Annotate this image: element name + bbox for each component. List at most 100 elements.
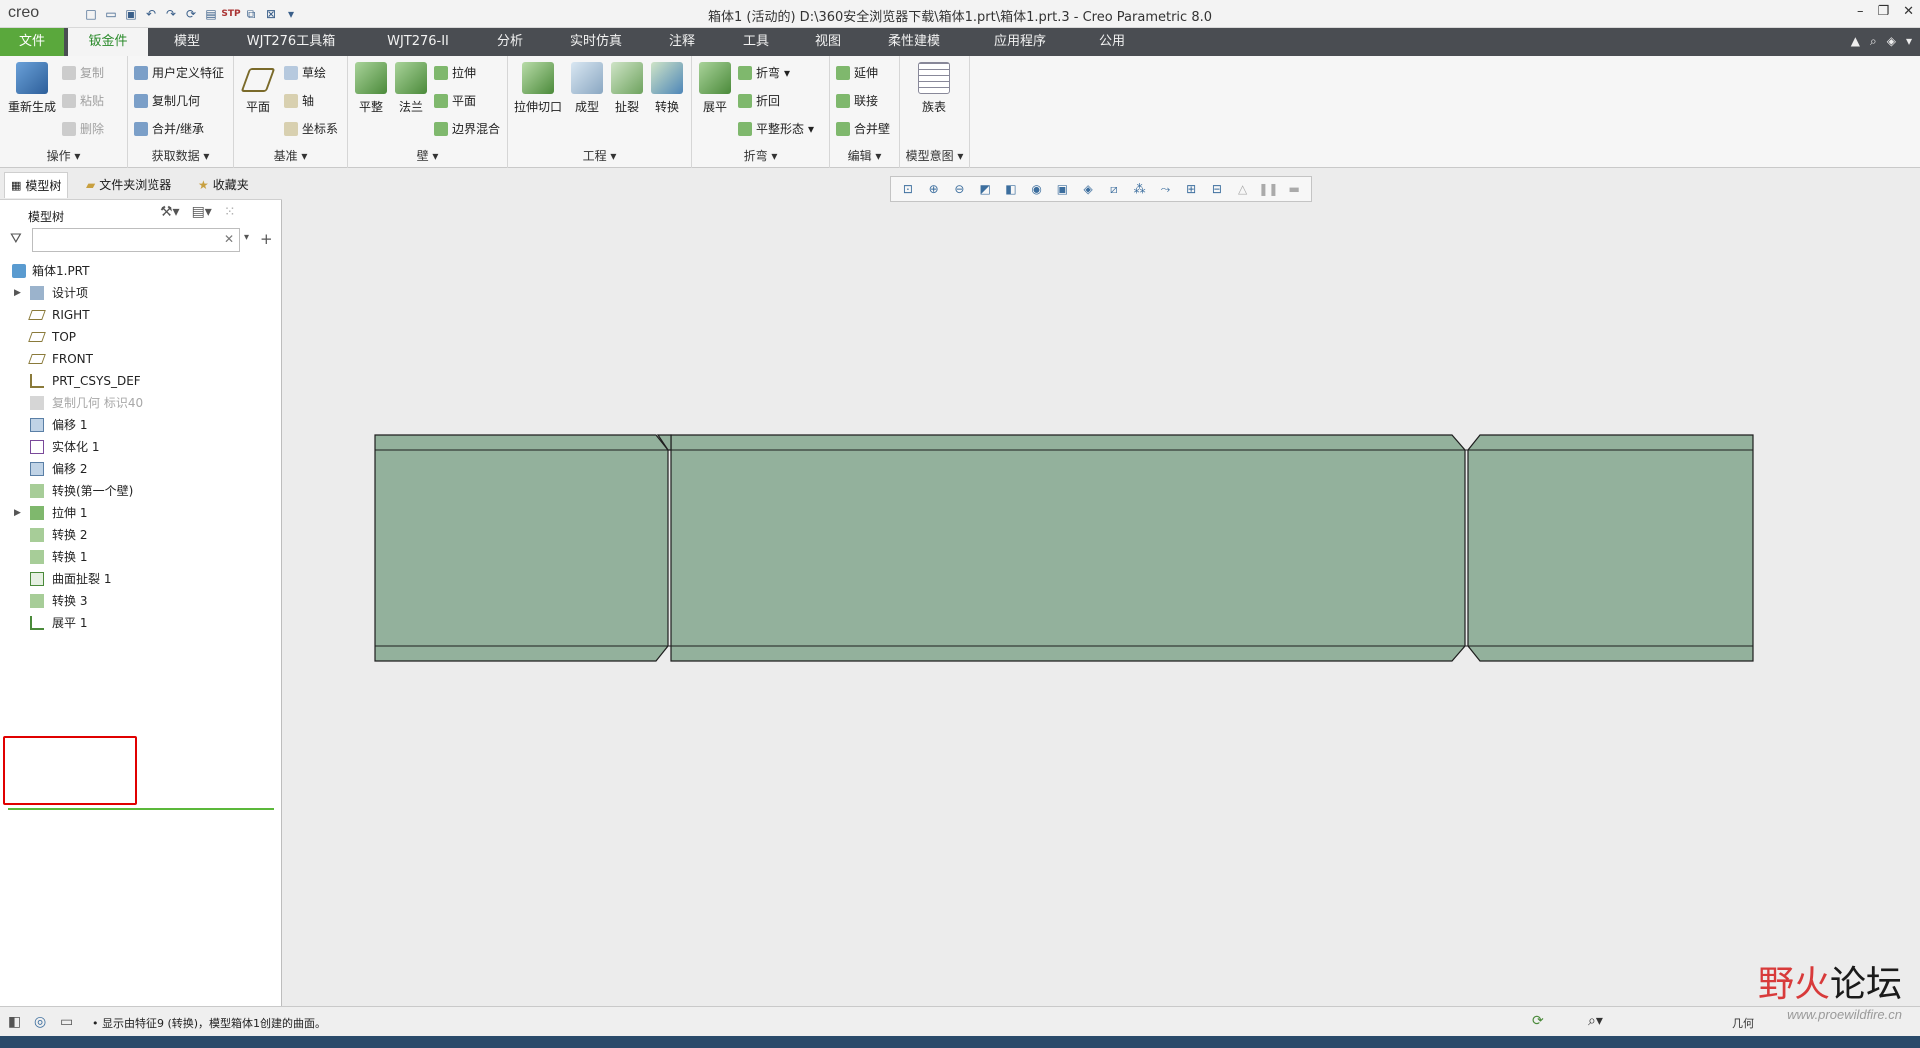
extrude-cut-button[interactable]: 拉伸切口 (512, 62, 564, 115)
status-bar: ◧ ◎ ▭ • 显示由特征9 (转换)，模型箱体1创建的曲面。 ⟳ ⌕▾ 几何 (0, 1006, 1920, 1036)
collapse-ribbon-icon[interactable]: ▲ (1851, 34, 1860, 49)
tree-item[interactable]: ▶ 拉伸 1 (0, 502, 282, 524)
minimize-icon[interactable]: – (1857, 4, 1864, 19)
flat-pattern-model[interactable] (282, 168, 1920, 1006)
tree-item[interactable]: 偏移 2 (0, 458, 282, 480)
tree-item[interactable]: 复制几何 标识40 (0, 392, 282, 414)
boundary-blend-button[interactable]: 边界混合 (434, 120, 500, 137)
regen-status-icon[interactable]: ⟳ (1532, 1013, 1544, 1029)
tab-realtime-sim[interactable]: 实时仿真 (556, 28, 636, 56)
expand-icon[interactable]: ▶ (14, 282, 21, 304)
tree-item[interactable]: PRT_CSYS_DEF (0, 370, 282, 392)
tab-folder-browser[interactable]: ▰ 文件夹浏览器 (80, 172, 177, 198)
join-button[interactable]: 联接 (836, 92, 878, 109)
tab-analysis[interactable]: 分析 (480, 28, 540, 56)
tree-item[interactable]: 曲面扯裂 1 (0, 568, 282, 590)
tree-item[interactable]: 实体化 1 (0, 436, 282, 458)
extend-button[interactable]: 延伸 (836, 64, 878, 81)
flat-pattern-button[interactable]: 平整形态 ▾ (738, 120, 814, 137)
add-icon[interactable]: + (260, 230, 273, 248)
graphics-area[interactable]: ⊡ ⊕ ⊖ ◩ ◧ ◉ ▣ ◈ ⧄ ⁂ ⤳ ⊞ ⊟ △ ❚❚ ▬ (282, 168, 1920, 1006)
group-edit: 延伸 联接 合并壁 编辑 ▾ (830, 56, 900, 168)
browser-icon[interactable]: ◎ (34, 1014, 46, 1030)
merge-walls-icon (836, 121, 850, 136)
insert-indicator[interactable] (8, 808, 274, 810)
group-label-edit[interactable]: 编辑 ▾ (830, 147, 899, 164)
bend-back-button[interactable]: 折回 (738, 92, 780, 109)
rip-button[interactable]: 扯裂 (608, 62, 646, 115)
group-label-wall[interactable]: 壁 ▾ (348, 147, 507, 164)
find-icon[interactable]: ⌕▾ (1588, 1013, 1603, 1029)
group-label-model-intent[interactable]: 模型意图 ▾ (900, 147, 969, 164)
group-label-datum[interactable]: 基准 ▾ (234, 147, 347, 164)
udf-button[interactable]: 用户定义特征 (134, 64, 224, 81)
tab-applications[interactable]: 应用程序 (978, 28, 1062, 56)
close-icon[interactable]: ✕ (1903, 4, 1914, 19)
tab-sheetmetal[interactable]: 钣金件 (68, 28, 148, 56)
copy-button[interactable]: 复制 (62, 64, 104, 81)
help-icon[interactable]: ◈ (1887, 34, 1896, 49)
tab-tools[interactable]: 工具 (726, 28, 786, 56)
tree-display-icon[interactable]: ▤▾ (192, 204, 212, 220)
search-icon[interactable]: ⌕ (1870, 34, 1877, 49)
group-label-engineering[interactable]: 工程 ▾ (508, 147, 691, 164)
sketch-button[interactable]: 草绘 (284, 64, 326, 81)
bend-button[interactable]: 折弯 ▾ (738, 64, 790, 81)
filter-icon[interactable]: ⛛ (10, 231, 22, 247)
plane-button[interactable]: 平面 (238, 62, 278, 115)
flange-button[interactable]: 法兰 (392, 62, 430, 115)
full-screen-icon[interactable]: ▭ (60, 1014, 73, 1030)
toggle-navigator-icon[interactable]: ◧ (8, 1014, 21, 1030)
group-label-bend[interactable]: 折弯 ▾ (692, 147, 829, 164)
tab-public[interactable]: 公用 (1082, 28, 1142, 56)
tab-wjt276-ii[interactable]: WJT276-II (366, 28, 470, 56)
merge-inherit-button[interactable]: 合并/继承 (134, 120, 204, 137)
restore-icon[interactable]: ❐ (1877, 4, 1889, 19)
tab-file[interactable]: 文件 (0, 28, 64, 56)
filter-dropdown-icon[interactable]: ▾ (244, 232, 249, 243)
tree-item[interactable]: ▶ 设计项 (0, 282, 282, 304)
tree-search-input[interactable] (32, 228, 240, 252)
tree-item[interactable]: 偏移 1 (0, 414, 282, 436)
tab-wjt276-toolbox[interactable]: WJT276工具箱 (228, 28, 354, 56)
tree-item[interactable]: 箱体1.PRT (0, 260, 282, 282)
family-table-button[interactable]: 族表 (912, 62, 956, 115)
flat-wall-button[interactable]: 平整 (352, 62, 390, 115)
expand-icon[interactable]: ▶ (14, 502, 21, 524)
csys-button[interactable]: 坐标系 (284, 120, 338, 137)
tree-item[interactable]: 转换 2 (0, 524, 282, 546)
chevron-down-icon[interactable]: ▾ (1906, 34, 1912, 49)
group-label-get-data[interactable]: 获取数据 ▾ (128, 147, 233, 164)
form-button[interactable]: 成型 (568, 62, 606, 115)
tree-item[interactable]: 转换(第一个壁) (0, 480, 282, 502)
convert-button[interactable]: 转换 (648, 62, 686, 115)
axis-icon (284, 93, 298, 108)
merge-walls-button[interactable]: 合并壁 (836, 120, 890, 137)
tree-item[interactable]: 展平 1 (0, 612, 282, 634)
tree-settings-icon[interactable]: ⚒▾ (160, 204, 180, 220)
delete-button[interactable]: 删除 (62, 120, 104, 137)
tree-columns-icon[interactable]: ⁙ (224, 204, 236, 220)
tree-item[interactable]: 转换 1 (0, 546, 282, 568)
unbend-button[interactable]: 展平 (696, 62, 734, 115)
extend-icon (836, 65, 850, 80)
group-label-operations[interactable]: 操作 ▾ (0, 147, 127, 164)
tab-annotate[interactable]: 注释 (652, 28, 712, 56)
regenerate-button[interactable]: 重新生成 (4, 62, 60, 115)
copy-geometry-button[interactable]: 复制几何 (134, 92, 200, 109)
tree-item[interactable]: RIGHT (0, 304, 282, 326)
tab-model-tree[interactable]: ▦ 模型树 (4, 172, 69, 198)
planar-wall-button[interactable]: 平面 (434, 92, 476, 109)
axis-button[interactable]: 轴 (284, 92, 314, 109)
tree-item[interactable]: 转换 3 (0, 590, 282, 612)
tree-item[interactable]: TOP (0, 326, 282, 348)
selection-filter[interactable]: 几何 (1732, 1015, 1754, 1031)
extrude-wall-button[interactable]: 拉伸 (434, 64, 476, 81)
tab-flexible-modeling[interactable]: 柔性建模 (872, 28, 956, 56)
tab-favorites[interactable]: ★ 收藏夹 (192, 172, 255, 198)
tab-model[interactable]: 模型 (152, 28, 222, 56)
clear-icon[interactable]: ✕ (224, 232, 234, 246)
paste-button[interactable]: 粘贴 (62, 92, 104, 109)
tree-item[interactable]: FRONT (0, 348, 282, 370)
tab-view[interactable]: 视图 (798, 28, 858, 56)
